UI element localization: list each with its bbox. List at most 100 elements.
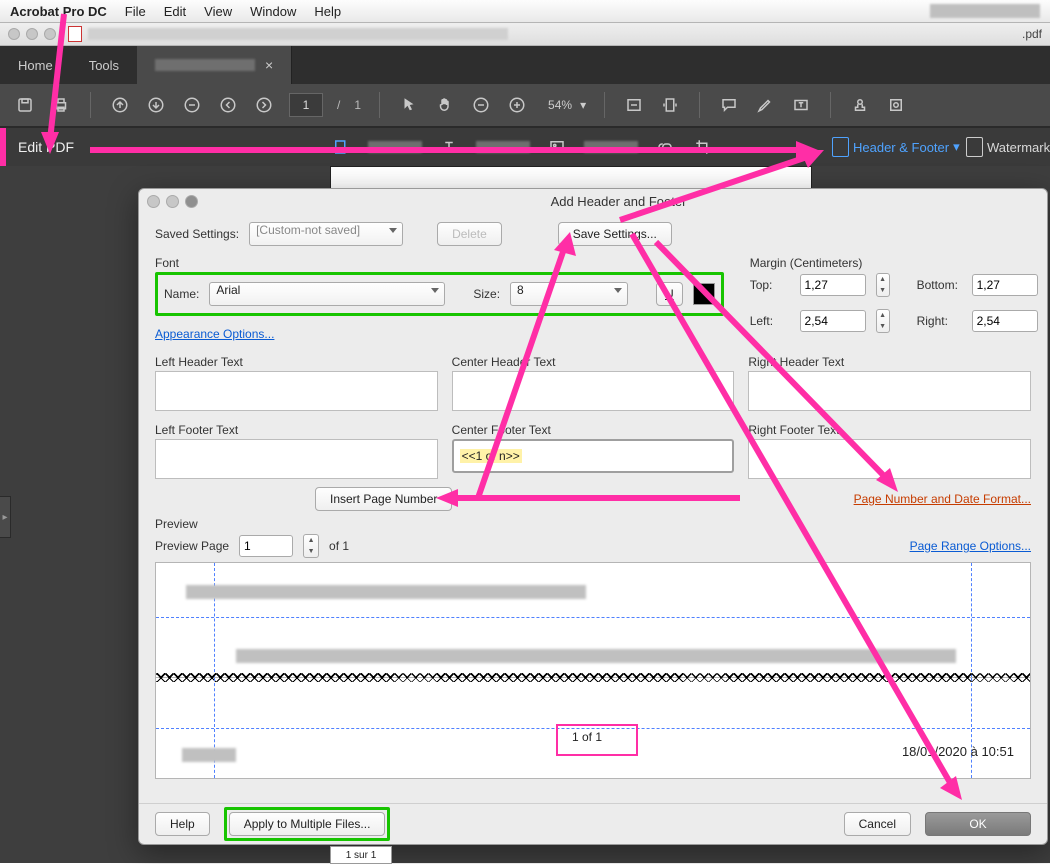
- document-title: [88, 28, 508, 40]
- menubar-extras: [930, 4, 1040, 18]
- stepper[interactable]: ▲▼: [303, 534, 319, 558]
- add-image-icon[interactable]: [546, 136, 568, 158]
- chevron-down-icon: ▾: [953, 139, 960, 155]
- right-footer-input[interactable]: [748, 439, 1031, 479]
- font-name-label: Name:: [164, 287, 199, 301]
- page-icon: [832, 137, 849, 157]
- margin-top-input[interactable]: [800, 274, 866, 296]
- comment-icon[interactable]: [718, 94, 740, 116]
- stamp-icon[interactable]: [849, 94, 871, 116]
- insert-page-number-button[interactable]: Insert Page Number: [315, 487, 452, 511]
- traffic-lights[interactable]: [8, 28, 56, 40]
- add-text-icon[interactable]: [438, 136, 460, 158]
- app-name: Acrobat Pro DC: [10, 4, 107, 19]
- left-header-input[interactable]: [155, 371, 438, 411]
- margin-bottom-input[interactable]: [972, 274, 1038, 296]
- menu-window[interactable]: Window: [250, 4, 296, 19]
- delete-button[interactable]: Delete: [437, 222, 502, 246]
- left-footer-input[interactable]: [155, 439, 438, 479]
- fit-page-icon[interactable]: [659, 94, 681, 116]
- saved-settings-select[interactable]: [Custom-not saved]: [249, 222, 403, 246]
- edit-pdf-toolbar: Edit PDF Header & Footer ▾ Watermark ▾: [0, 127, 1050, 167]
- apply-multiple-files-button[interactable]: Apply to Multiple Files...: [229, 812, 386, 836]
- header-footer-menu[interactable]: Header & Footer ▾: [832, 137, 960, 157]
- margin-right-input[interactable]: [972, 310, 1038, 332]
- preview-right-footer-text: 18/01/2020 à 10:51: [902, 744, 1014, 759]
- settings-icon[interactable]: [885, 94, 907, 116]
- center-header-input[interactable]: [452, 371, 735, 411]
- arrow-right-circle-icon[interactable]: [253, 94, 275, 116]
- tab-home[interactable]: Home: [0, 46, 71, 84]
- font-color-swatch[interactable]: [693, 283, 715, 305]
- page-icon: [966, 137, 983, 157]
- zoom-select[interactable]: 54%▾: [542, 96, 586, 114]
- print-icon[interactable]: [50, 94, 72, 116]
- menu-edit[interactable]: Edit: [164, 4, 186, 19]
- margin-top-label: Top:: [750, 278, 790, 292]
- menu-help[interactable]: Help: [314, 4, 341, 19]
- center-footer-label: Center Footer Text: [452, 423, 735, 437]
- sidebar-expand-handle[interactable]: ▸: [0, 496, 11, 538]
- font-name-select[interactable]: Arial: [209, 282, 445, 306]
- dialog-footer: Help Apply to Multiple Files... Cancel O…: [139, 803, 1047, 844]
- right-header-input[interactable]: [748, 371, 1031, 411]
- zoom-in-icon[interactable]: [506, 94, 528, 116]
- margin-bottom-label: Bottom:: [917, 278, 962, 292]
- pointer-icon[interactable]: [398, 94, 420, 116]
- fit-width-icon[interactable]: [623, 94, 645, 116]
- left-header-label: Left Header Text: [155, 355, 438, 369]
- text-box-icon[interactable]: [790, 94, 812, 116]
- crop-icon[interactable]: [692, 136, 714, 158]
- ok-button[interactable]: OK: [925, 812, 1031, 836]
- preview-page-input[interactable]: [239, 535, 293, 557]
- center-footer-input[interactable]: <<1 of n>>: [452, 439, 735, 473]
- tab-document-label: [155, 59, 255, 71]
- menu-view[interactable]: View: [204, 4, 232, 19]
- page-total: 1: [354, 98, 361, 112]
- margin-left-label: Left:: [750, 314, 790, 328]
- stepper[interactable]: ▲▼: [876, 273, 890, 297]
- margin-left-input[interactable]: [800, 310, 866, 332]
- edit-pdf-label: Edit PDF: [18, 139, 74, 155]
- page-number-date-format-link[interactable]: Page Number and Date Format...: [854, 492, 1031, 506]
- menu-file[interactable]: File: [125, 4, 146, 19]
- link-icon[interactable]: [654, 136, 676, 158]
- tab-tools[interactable]: Tools: [71, 46, 137, 84]
- page-thumbnail-counter: 1 sur 1: [330, 846, 392, 864]
- preview-center-footer-text: 1 of 1: [572, 730, 602, 744]
- preview-of-label: of 1: [329, 539, 349, 553]
- hand-icon[interactable]: [434, 94, 456, 116]
- help-button[interactable]: Help: [155, 812, 210, 836]
- arrow-left-circle-icon[interactable]: [217, 94, 239, 116]
- tab-strip: Home Tools ×: [0, 46, 1050, 84]
- preview-section-label: Preview: [155, 517, 1031, 531]
- cancel-button[interactable]: Cancel: [844, 812, 911, 836]
- font-section-label: Font: [155, 256, 724, 270]
- watermark-menu[interactable]: Watermark ▾: [966, 137, 1050, 157]
- appearance-options-link[interactable]: Appearance Options...: [155, 327, 274, 341]
- stepper[interactable]: ▲▼: [876, 309, 890, 333]
- dialog-title: Add Header and Footer: [198, 194, 1039, 209]
- page-range-options-link[interactable]: Page Range Options...: [910, 539, 1031, 553]
- margin-right-label: Right:: [917, 314, 962, 328]
- active-tool-indicator: [0, 128, 6, 166]
- tab-close-icon[interactable]: ×: [265, 57, 273, 73]
- zoom-out-icon[interactable]: [470, 94, 492, 116]
- center-footer-value: <<1 of n>>: [460, 449, 522, 463]
- font-size-select[interactable]: 8: [510, 282, 628, 306]
- underline-button[interactable]: U: [656, 282, 683, 306]
- refresh-icon[interactable]: [181, 94, 203, 116]
- window-title-bar: .pdf: [0, 23, 1050, 46]
- highlight-icon[interactable]: [754, 94, 776, 116]
- document-extension: .pdf: [1022, 27, 1042, 41]
- pdf-icon: [68, 26, 82, 42]
- arrow-down-circle-icon[interactable]: [145, 94, 167, 116]
- edit-tool-icon[interactable]: [330, 136, 352, 158]
- preview-header-pane: [155, 562, 1031, 678]
- save-settings-button[interactable]: Save Settings...: [558, 222, 672, 246]
- tab-document[interactable]: ×: [137, 46, 292, 84]
- arrow-up-circle-icon[interactable]: [109, 94, 131, 116]
- save-icon[interactable]: [14, 94, 36, 116]
- page-number-input[interactable]: [289, 93, 323, 117]
- saved-settings-label: Saved Settings:: [155, 227, 239, 241]
